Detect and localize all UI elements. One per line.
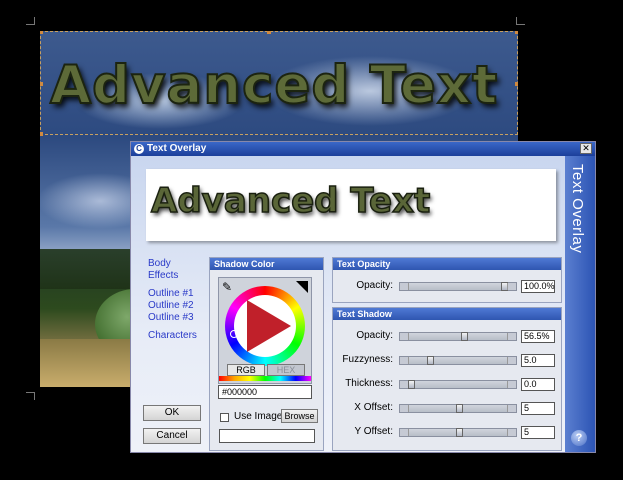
slider-left-arrow-icon[interactable] [400,333,409,340]
slider-thumb[interactable] [408,380,415,389]
shadow-opacity-label: Opacity: [356,330,393,341]
nav-item-effects[interactable]: Effects [148,270,197,282]
slider-left-arrow-icon[interactable] [400,405,409,412]
y-offset-value[interactable]: 5 [521,426,555,439]
close-icon[interactable]: ✕ [580,143,592,154]
use-image-checkbox[interactable] [220,413,229,422]
tab-hex[interactable]: HEX [267,364,305,376]
y-offset-label: Y Offset: [354,426,393,437]
text-preview: Advanced Text [146,169,556,241]
text-opacity-panel: Text Opacity Opacity: 100.0% [332,257,562,303]
slider-right-arrow-icon[interactable] [507,357,516,364]
text-opacity-title: Text Opacity [333,258,561,270]
slider-right-arrow-icon[interactable] [507,333,516,340]
nav-item-body[interactable]: Body [148,258,197,270]
nav-item-outline-1[interactable]: Outline #1 [148,288,197,300]
text-opacity-slider[interactable] [399,282,517,291]
canvas-corner-tick [517,24,525,25]
image-path-input[interactable] [219,429,315,443]
text-opacity-label: Opacity: [356,280,393,291]
slider-thumb[interactable] [456,404,463,413]
text-opacity-value[interactable]: 100.0% [521,280,555,293]
dialog-sidebar: Text Overlay ? [565,156,595,452]
text-overlay-dialog: C Text Overlay ✕ Advanced Text Body Effe… [130,141,596,453]
dialog-titlebar[interactable]: C Text Overlay ✕ [131,142,595,156]
tab-rgb[interactable]: RGB [227,364,265,376]
slider-right-arrow-icon[interactable] [507,381,516,388]
y-offset-slider[interactable] [399,428,517,437]
color-picker[interactable]: ✎ RGB HEX [218,277,312,384]
cancel-button[interactable]: Cancel [143,428,201,444]
wheel-center [234,295,296,357]
hue-marker[interactable] [230,330,238,338]
slider-left-arrow-icon[interactable] [400,283,409,290]
spectrum-bar[interactable] [219,376,311,381]
section-nav: Body Effects Outline #1 Outline #2 Outli… [148,258,197,342]
slider-thumb[interactable] [456,428,463,437]
canvas-overlay-text[interactable]: Advanced Text [49,54,498,117]
browse-button[interactable]: Browse [281,409,318,423]
fuzzyness-label: Fuzzyness: [342,354,393,365]
x-offset-label: X Offset: [354,402,393,413]
shadow-opacity-value[interactable]: 56.5% [521,330,555,343]
canvas-corner-tick [34,392,35,400]
help-icon[interactable]: ? [571,430,587,446]
slider-right-arrow-icon[interactable] [507,405,516,412]
x-offset-slider[interactable] [399,404,517,413]
resize-handle[interactable] [40,82,43,86]
thickness-slider[interactable] [399,380,517,389]
slider-right-arrow-icon[interactable] [507,429,516,436]
canvas-corner-tick [34,17,35,25]
dialog-body: Advanced Text Body Effects Outline #1 Ou… [131,156,565,452]
nav-item-characters[interactable]: Characters [148,330,197,342]
use-image-label: Use Image [234,411,283,422]
slider-thumb[interactable] [461,332,468,341]
ok-button[interactable]: OK [143,405,201,421]
eyedropper-icon[interactable]: ✎ [222,280,232,294]
resize-handle[interactable] [515,82,518,86]
hue-wheel[interactable] [225,286,305,366]
shadow-opacity-slider[interactable] [399,332,517,341]
shadow-color-panel: Shadow Color ✎ RGB HEX #000000 Use Image… [209,257,324,451]
x-offset-value[interactable]: 5 [521,402,555,415]
slider-right-arrow-icon[interactable] [507,283,516,290]
resize-handle[interactable] [40,31,43,34]
slider-left-arrow-icon[interactable] [400,357,409,364]
thickness-value[interactable]: 0.0 [521,378,555,391]
app-logo-icon: C [134,144,144,154]
canvas-corner-tick [26,24,34,25]
shadow-color-title: Shadow Color [210,258,323,270]
saturation-triangle[interactable] [247,300,291,352]
nav-item-outline-2[interactable]: Outline #2 [148,300,197,312]
swap-colors-icon[interactable] [296,281,308,293]
sidebar-title: Text Overlay [569,164,586,254]
preview-text: Advanced Text [150,180,431,222]
resize-handle[interactable] [267,31,271,34]
nav-item-outline-3[interactable]: Outline #3 [148,312,197,324]
slider-thumb[interactable] [427,356,434,365]
text-shadow-title: Text Shadow [333,308,561,320]
text-shadow-panel: Text Shadow Opacity: 56.5% Fuzzyness: 5.… [332,307,562,451]
canvas-corner-tick [26,392,34,393]
dialog-title: Text Overlay [147,143,207,154]
hex-color-input[interactable]: #000000 [218,385,312,399]
fuzzyness-slider[interactable] [399,356,517,365]
resize-handle[interactable] [40,132,43,136]
thickness-label: Thickness: [345,378,393,389]
resize-handle[interactable] [515,31,518,34]
slider-left-arrow-icon[interactable] [400,429,409,436]
fuzzyness-value[interactable]: 5.0 [521,354,555,367]
